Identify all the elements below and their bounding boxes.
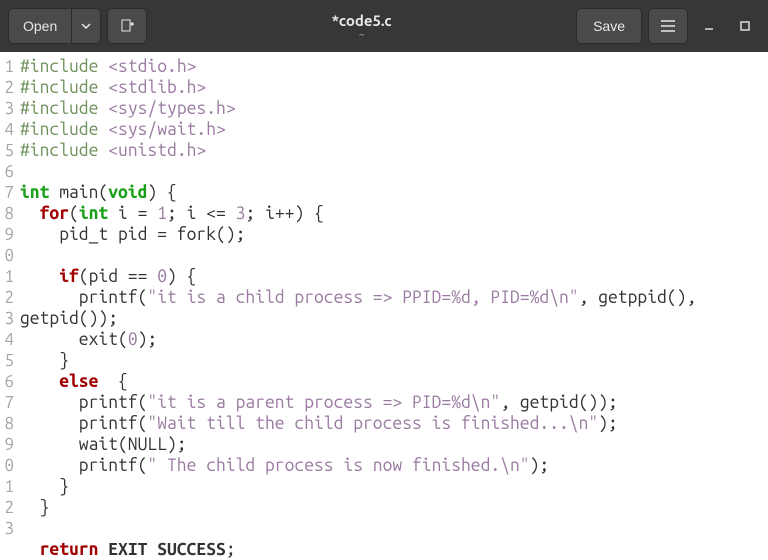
line-number: 0 xyxy=(0,245,14,266)
line-number: 8 xyxy=(0,203,14,224)
new-document-icon xyxy=(119,18,135,34)
line-number: 9 xyxy=(0,224,14,245)
line-number: 3 xyxy=(0,98,14,119)
line-number: 6 xyxy=(0,161,14,182)
code-content[interactable]: #include <stdio.h> #include <stdlib.h> #… xyxy=(14,52,696,557)
line-number: 2 xyxy=(0,77,14,98)
line-number: 2 xyxy=(0,497,14,518)
line-number-gutter: 12345678901234567890123 xyxy=(0,52,14,557)
line-number: 9 xyxy=(0,434,14,455)
minimize-icon xyxy=(702,19,716,33)
open-dropdown-button[interactable] xyxy=(71,8,101,44)
maximize-icon xyxy=(738,19,752,33)
line-number: 4 xyxy=(0,119,14,140)
line-number: 1 xyxy=(0,56,14,77)
chevron-down-icon xyxy=(81,21,91,31)
new-tab-button[interactable] xyxy=(107,8,147,44)
line-number: 8 xyxy=(0,413,14,434)
titlebar: Open *code5.c ~ Save xyxy=(0,0,768,52)
line-number: 1 xyxy=(0,266,14,287)
maximize-button[interactable] xyxy=(730,11,760,41)
line-number: 2 xyxy=(0,287,14,308)
document-title: *code5.c xyxy=(332,12,392,29)
title-area: *code5.c ~ xyxy=(153,12,570,40)
line-number: 7 xyxy=(0,182,14,203)
line-number: 5 xyxy=(0,140,14,161)
line-number: 3 xyxy=(0,518,14,539)
minimize-button[interactable] xyxy=(694,11,724,41)
line-number: 5 xyxy=(0,350,14,371)
document-path: ~ xyxy=(359,29,365,40)
save-button[interactable]: Save xyxy=(576,8,642,44)
line-number: 4 xyxy=(0,329,14,350)
line-number: 6 xyxy=(0,371,14,392)
editor-area[interactable]: 12345678901234567890123 #include <stdio.… xyxy=(0,52,768,557)
line-number: 1 xyxy=(0,476,14,497)
line-number: 0 xyxy=(0,455,14,476)
hamburger-icon xyxy=(660,19,676,33)
line-number: 7 xyxy=(0,392,14,413)
line-number: 3 xyxy=(0,308,14,329)
hamburger-menu-button[interactable] xyxy=(648,8,688,44)
open-button[interactable]: Open xyxy=(8,8,72,44)
